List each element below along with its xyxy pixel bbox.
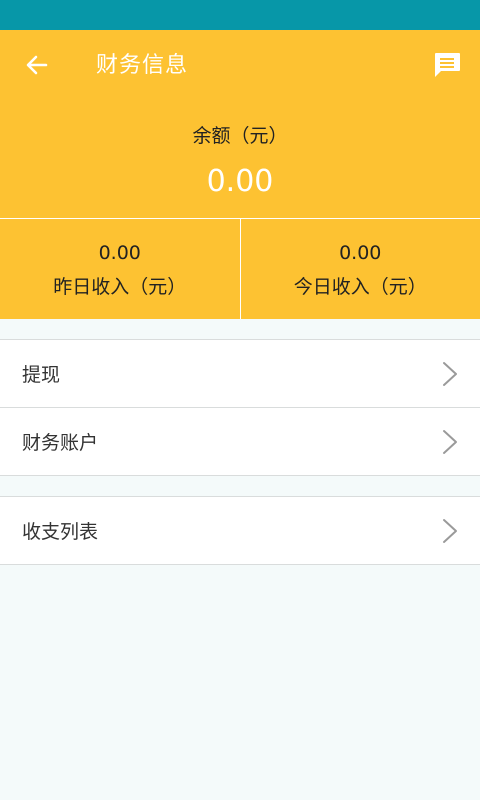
today-income-value: 0.00 [339, 242, 382, 264]
menu-item-withdraw[interactable]: 提现 [0, 340, 480, 407]
today-income-label: 今日收入（元） [293, 276, 427, 298]
balance-section: 余额（元） 0.00 [0, 102, 480, 218]
header: 财务信息 余额（元） 0.00 0.00 昨日收入（元） 0.00 今日收入（元… [0, 30, 480, 319]
menu-item-label: 财务账户 [22, 432, 99, 454]
yesterday-income-value: 0.00 [98, 242, 141, 264]
menu-group-2: 收支列表 [0, 496, 480, 565]
message-button[interactable] [430, 50, 464, 84]
message-icon [432, 51, 462, 83]
chevron-right-icon [440, 359, 460, 389]
income-row: 0.00 昨日收入（元） 0.00 今日收入（元） [0, 218, 480, 319]
app-bar: 财务信息 [0, 30, 480, 102]
balance-value: 0.00 [206, 164, 274, 199]
page-title: 财务信息 [96, 53, 189, 78]
status-bar [0, 0, 480, 30]
yesterday-income-label: 昨日收入（元） [53, 276, 187, 298]
chevron-right-icon [440, 427, 460, 457]
menu-item-account[interactable]: 财务账户 [0, 407, 480, 475]
yesterday-income: 0.00 昨日收入（元） [0, 219, 240, 319]
arrow-left-icon [24, 52, 50, 82]
menu-item-records[interactable]: 收支列表 [0, 497, 480, 564]
chevron-right-icon [440, 516, 460, 546]
back-button[interactable] [20, 50, 54, 84]
menu-item-label: 提现 [22, 364, 61, 386]
today-income: 0.00 今日收入（元） [239, 219, 480, 319]
menu-group-1: 提现 财务账户 [0, 339, 480, 476]
balance-label: 余额（元） [192, 125, 288, 147]
menu-item-label: 收支列表 [22, 521, 99, 543]
